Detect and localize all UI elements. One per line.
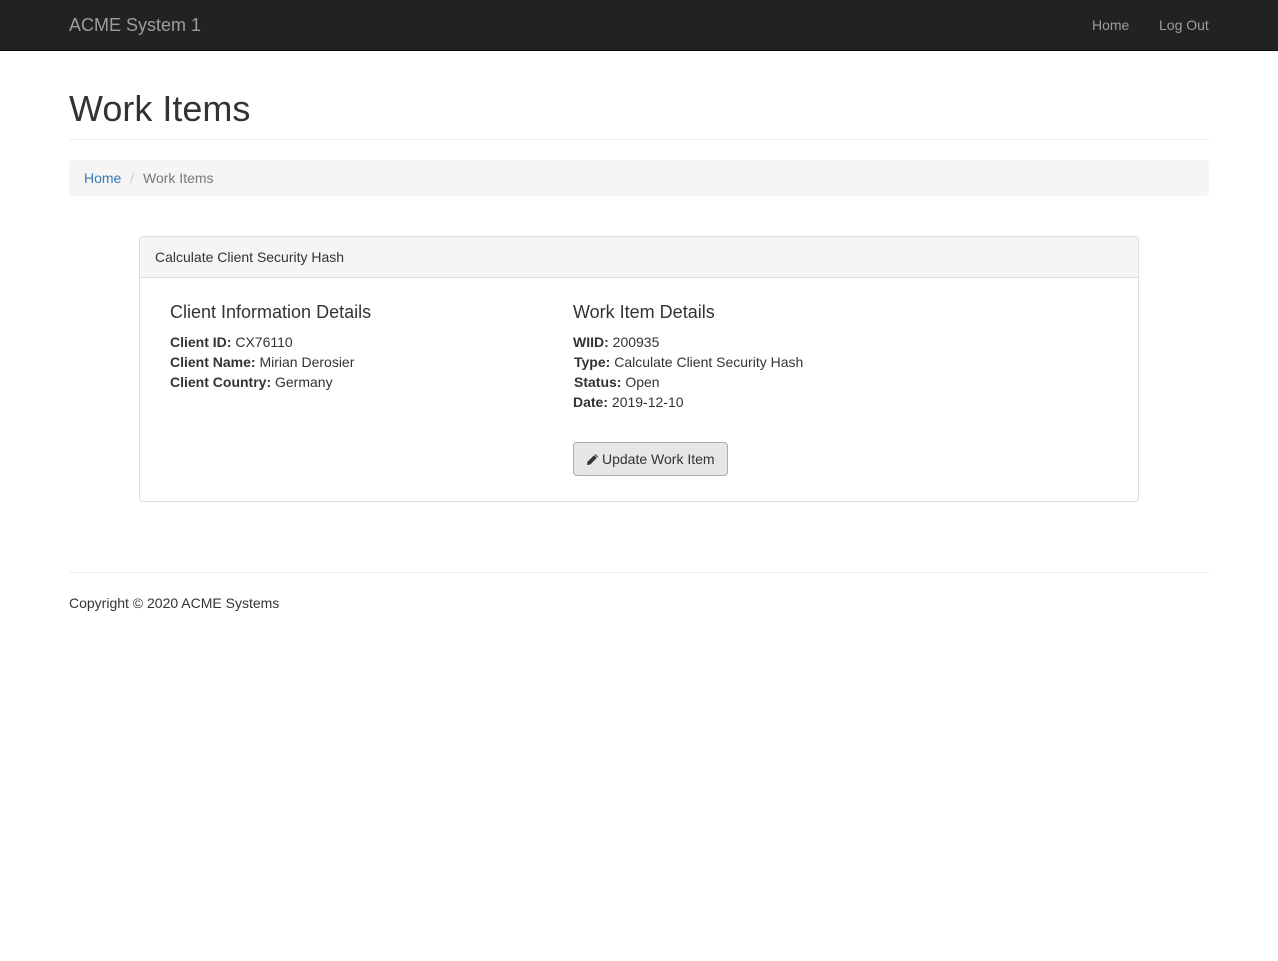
type-value: Calculate Client Security Hash	[614, 354, 804, 370]
client-name-value: Mirian Derosier	[259, 354, 355, 370]
work-item-panel: Calculate Client Security Hash Client In…	[139, 236, 1139, 502]
breadcrumb-separator: /	[130, 170, 134, 186]
wiid-label: WIID:	[573, 334, 609, 350]
breadcrumb-home-link[interactable]: Home	[84, 170, 121, 186]
date-label: Date:	[573, 394, 609, 410]
breadcrumb-current: Work Items	[143, 170, 214, 186]
panel-heading: Calculate Client Security Hash	[140, 237, 1138, 278]
breadcrumb: Home / Work Items	[69, 160, 1209, 196]
status-value: Open	[625, 374, 660, 390]
client-country-row: Client Country: Germany	[170, 374, 333, 390]
top-navbar: ACME System 1 Home Log Out	[0, 0, 1278, 51]
title-divider	[69, 139, 1209, 140]
client-id-value: CX76110	[235, 334, 293, 350]
update-work-item-button[interactable]: Update Work Item	[573, 442, 728, 476]
pencil-icon	[586, 453, 599, 466]
client-country-value: Germany	[275, 374, 333, 390]
update-work-item-label: Update Work Item	[602, 451, 715, 467]
client-name-row: Client Name: Mirian Derosier	[170, 354, 354, 370]
date-value: 2019-12-10	[611, 394, 684, 410]
page-title: Work Items	[69, 88, 251, 129]
client-name-label: Client Name:	[170, 354, 256, 370]
client-section-title: Client Information Details	[170, 302, 372, 322]
status-label: Status:	[574, 374, 622, 390]
type-row: Type: Calculate Client Security Hash	[574, 354, 803, 370]
wiid-row: WIID: 200935	[573, 334, 659, 350]
status-row: Status: Open	[574, 374, 660, 390]
client-id-label: Client ID:	[170, 334, 232, 350]
nav-logout-link[interactable]: Log Out	[1159, 17, 1209, 33]
type-label: Type:	[574, 354, 611, 370]
date-row: Date: 2019-12-10	[573, 394, 684, 410]
brand-link[interactable]: ACME System 1	[69, 15, 201, 35]
footer-copyright: Copyright © 2020 ACME Systems	[69, 595, 280, 611]
panel-heading-title: Calculate Client Security Hash	[155, 249, 345, 265]
client-id-row: Client ID: CX76110	[170, 334, 293, 350]
wiid-value: 200935	[612, 334, 660, 350]
nav-home-link[interactable]: Home	[1092, 17, 1129, 33]
client-country-label: Client Country:	[170, 374, 272, 390]
work-item-section-title: Work Item Details	[573, 302, 715, 322]
footer-divider	[69, 572, 1209, 573]
